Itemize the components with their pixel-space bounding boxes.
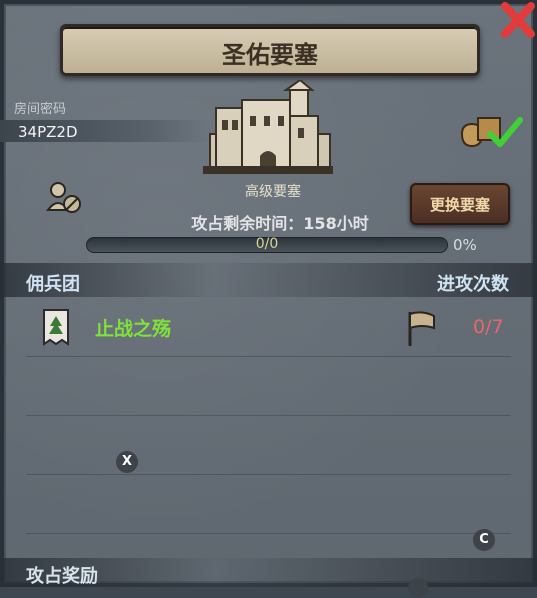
room-label: 房间密码 — [14, 102, 67, 117]
mercenary-name: 止战之殇 — [95, 318, 172, 340]
room-code: 34PZ2D — [18, 123, 78, 141]
flag-icon — [404, 308, 436, 352]
attack-count-header-label: 进攻次数 — [437, 274, 509, 295]
progress-text: 0/0 — [255, 236, 279, 252]
progress-bar: 0/0 — [86, 236, 448, 253]
progress-percent: 0% — [453, 236, 477, 254]
fortress-level: 高级要塞 — [245, 184, 301, 200]
page-title: 圣佑要塞 — [222, 41, 318, 69]
list-divider — [26, 533, 511, 534]
change-fortress-label: 更换要塞 — [429, 196, 490, 214]
change-fortress-button[interactable]: 更换要塞 — [410, 183, 510, 225]
list-divider — [26, 415, 511, 416]
rewards-title: 攻占奖励 — [26, 566, 98, 587]
no-entry-icon[interactable] — [44, 180, 84, 220]
attack-time-remaining: 攻占剩余时间：158小时 — [191, 214, 369, 233]
room-code-bar: 34PZ2D — [0, 120, 210, 142]
title-bar: 圣佑要塞 — [60, 24, 480, 76]
mercenary-row[interactable]: 止战之殇 0/7 — [26, 300, 511, 357]
rewards-indicator — [408, 578, 428, 598]
loot-check-icon[interactable] — [456, 112, 526, 156]
banner-icon — [42, 308, 70, 350]
marker-x: X — [116, 451, 138, 473]
attack-count: 0/7 — [473, 316, 504, 338]
marker-c: C — [473, 529, 495, 551]
mercenary-header-label: 佣兵团 — [26, 274, 80, 295]
game-panel: 圣佑要塞 房间密码 34PZ2D 高级要塞 攻占剩余时间：158小时 更换要塞 … — [0, 0, 537, 598]
close-icon — [501, 2, 535, 38]
close-button[interactable] — [497, 0, 537, 40]
castle-icon — [198, 78, 338, 182]
list-divider — [26, 474, 511, 475]
